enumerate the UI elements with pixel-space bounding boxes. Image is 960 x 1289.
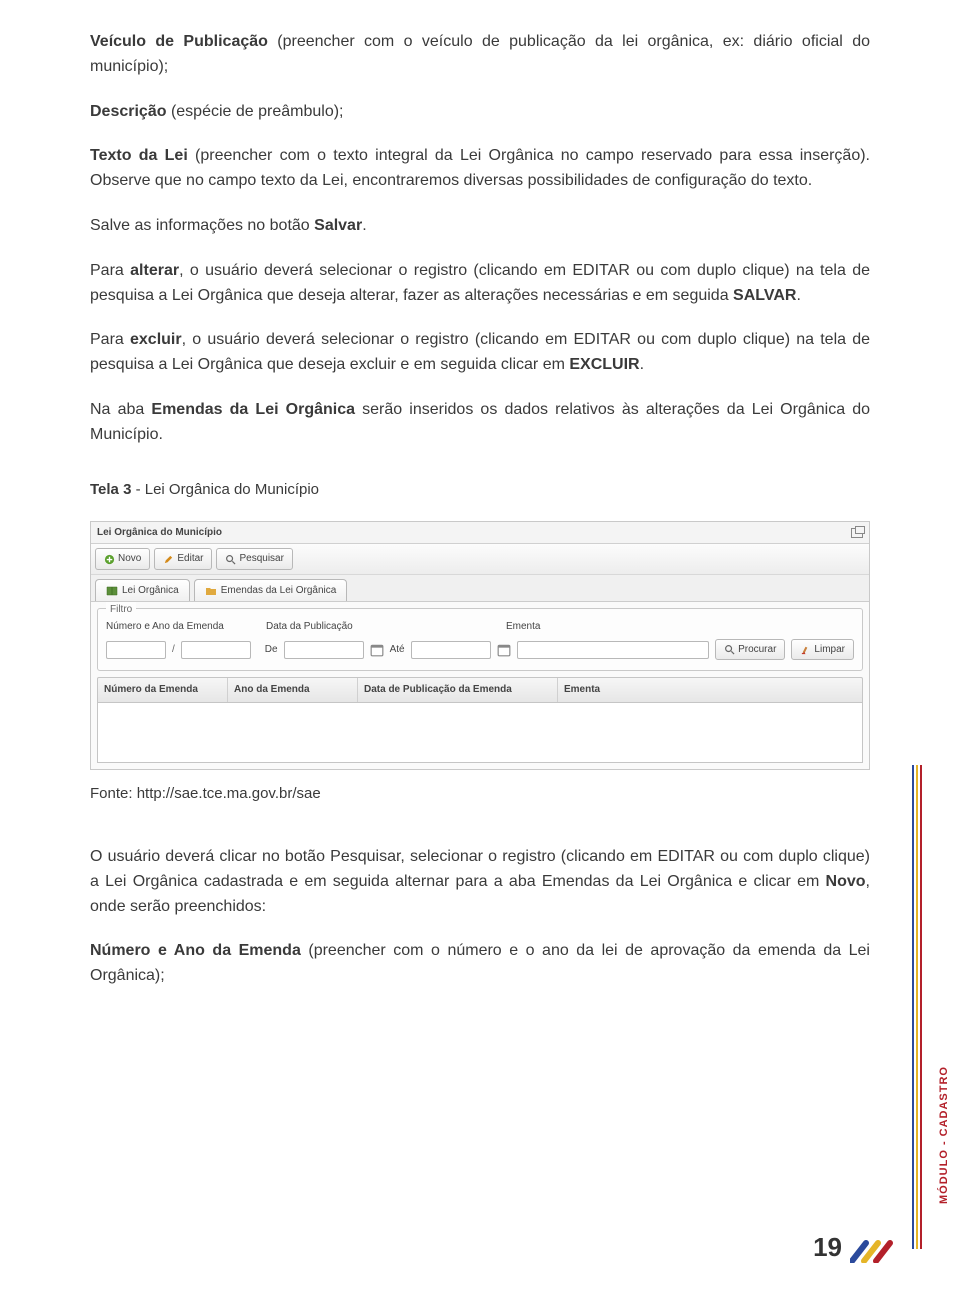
col-ano[interactable]: Ano da Emenda [228, 678, 358, 702]
broom-icon [800, 644, 811, 655]
novo-button[interactable]: Novo [95, 548, 150, 570]
footer-mark: 19 [813, 1232, 904, 1263]
procurar-button[interactable]: Procurar [715, 639, 785, 661]
grid-body [97, 703, 863, 763]
folder-icon [205, 585, 217, 597]
stripe-blue [912, 765, 914, 1249]
window-titlebar: Lei Orgânica do Município [91, 522, 869, 545]
paragraph-descricao: Descrição (espécie de preâmbulo); [90, 100, 870, 125]
paragraph-veiculo: Veículo de Publicação (preencher com o v… [90, 30, 870, 80]
limpar-button[interactable]: Limpar [791, 639, 854, 661]
figure-caption: Tela 3 - Lei Orgânica do Município [90, 478, 870, 501]
col-numero[interactable]: Número da Emenda [98, 678, 228, 702]
label-emendas: Emendas da Lei Orgânica [151, 401, 355, 418]
paragraph-excluir: Para excluir, o usuário deverá seleciona… [90, 328, 870, 378]
page-number: 19 [813, 1232, 842, 1263]
tab-lei-organica[interactable]: Lei Orgânica [95, 579, 190, 602]
text-salvar-a: Salve as informações no botão [90, 217, 314, 234]
plus-icon [104, 554, 115, 565]
label-alterar: alterar [130, 262, 179, 279]
label-ate: Até [390, 642, 405, 658]
label-data-pub: Data da Publicação [266, 619, 496, 635]
tab-bar: Lei Orgânica Emendas da Lei Orgânica [91, 575, 869, 603]
data-ate-input[interactable] [411, 641, 491, 659]
label-ementa: Ementa [506, 619, 854, 635]
label-row: Número e Ano da Emenda Data da Publicaçã… [106, 619, 854, 635]
figure-source: Fonte: http://sae.tce.ma.gov.br/sae [90, 782, 870, 805]
slash-sep: / [172, 642, 175, 658]
numero-input[interactable] [106, 641, 166, 659]
label-descricao: Descrição [90, 103, 167, 120]
screenshot-ui: Lei Orgânica do Município Novo Editar Pe… [90, 521, 870, 770]
restore-icon[interactable] [851, 528, 863, 538]
paragraph-texto-lei: Texto da Lei (preencher com o texto inte… [90, 144, 870, 194]
side-module-label: MÓDULO - CADASTRO [938, 1066, 950, 1204]
footer-slashes-icon [850, 1239, 904, 1263]
search-icon [225, 554, 236, 565]
ano-input[interactable] [181, 641, 251, 659]
text-salvar-c: . [362, 217, 366, 234]
input-row: / De Até Procurar Limpar [106, 639, 854, 661]
tab-emendas[interactable]: Emendas da Lei Orgânica [194, 579, 348, 602]
label-de: De [265, 642, 278, 658]
pencil-icon [163, 554, 174, 565]
text-descricao: (espécie de preâmbulo); [167, 103, 344, 120]
toolbar: Novo Editar Pesquisar [91, 544, 869, 575]
label-veiculo: Veículo de Publicação [90, 33, 268, 50]
grid-header: Número da Emenda Ano da Emenda Data de P… [97, 677, 863, 703]
label-num-ano: Número e Ano da Emenda [106, 619, 256, 635]
label-numero-ano: Número e Ano da Emenda [90, 942, 301, 959]
label-salvar-2: SALVAR [733, 287, 796, 304]
book-icon [106, 585, 118, 597]
calendar-icon-2[interactable] [497, 643, 511, 657]
label-excluir-2: EXCLUIR [569, 356, 639, 373]
label-texto-lei: Texto da Lei [90, 147, 188, 164]
side-stripes [912, 765, 922, 1249]
col-data[interactable]: Data de Publicação da Emenda [358, 678, 558, 702]
paragraph-pesquisar: O usuário deverá clicar no botão Pesquis… [90, 845, 870, 919]
window-title: Lei Orgânica do Município [97, 525, 222, 541]
stripe-yellow [916, 765, 918, 1249]
editar-button[interactable]: Editar [154, 548, 212, 570]
panel-body: Filtro Número e Ano da Emenda Data da Pu… [91, 602, 869, 769]
label-novo: Novo [826, 873, 866, 890]
search-icon-2 [724, 644, 735, 655]
label-excluir: excluir [130, 331, 182, 348]
paragraph-emendas: Na aba Emendas da Lei Orgânica serão ins… [90, 398, 870, 448]
col-ementa[interactable]: Ementa [558, 678, 862, 702]
stripe-red [920, 765, 922, 1249]
calendar-icon[interactable] [370, 643, 384, 657]
ementa-input[interactable] [517, 641, 709, 659]
filtro-legend: Filtro [106, 602, 136, 618]
filtro-fieldset: Filtro Número e Ano da Emenda Data da Pu… [97, 608, 863, 671]
text-texto-lei: (preencher com o texto integral da Lei O… [90, 147, 870, 189]
pesquisar-button[interactable]: Pesquisar [216, 548, 292, 570]
data-de-input[interactable] [284, 641, 364, 659]
paragraph-numero-ano: Número e Ano da Emenda (preencher com o … [90, 939, 870, 989]
paragraph-alterar: Para alterar, o usuário deverá seleciona… [90, 259, 870, 309]
paragraph-salvar: Salve as informações no botão Salvar. [90, 214, 870, 239]
label-salvar: Salvar [314, 217, 362, 234]
